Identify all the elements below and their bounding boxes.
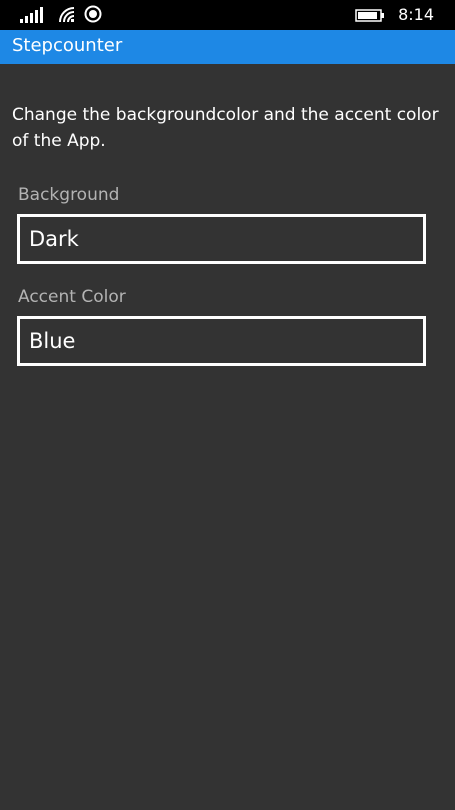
settings-description: Change the backgroundcolor and the accen… bbox=[12, 105, 439, 151]
status-bar: 8:14 bbox=[0, 0, 455, 30]
accent-color-combobox[interactable]: Blue bbox=[17, 316, 426, 366]
screen: 8:14 Stepcounter Change the backgroundco… bbox=[0, 0, 455, 810]
title-bar: Stepcounter bbox=[0, 30, 455, 64]
battery-icon bbox=[355, 9, 384, 22]
accent-color-label: Accent Color bbox=[18, 287, 126, 307]
signal-icon bbox=[20, 7, 43, 23]
status-time: 8:14 bbox=[398, 5, 434, 24]
accent-color-combobox-value: Blue bbox=[29, 329, 76, 353]
wifi-icon bbox=[59, 7, 75, 23]
app-title: Stepcounter bbox=[12, 35, 123, 56]
background-combobox[interactable]: Dark bbox=[17, 214, 426, 264]
background-label: Background bbox=[18, 185, 120, 205]
location-icon bbox=[84, 5, 102, 23]
background-combobox-value: Dark bbox=[29, 227, 79, 251]
